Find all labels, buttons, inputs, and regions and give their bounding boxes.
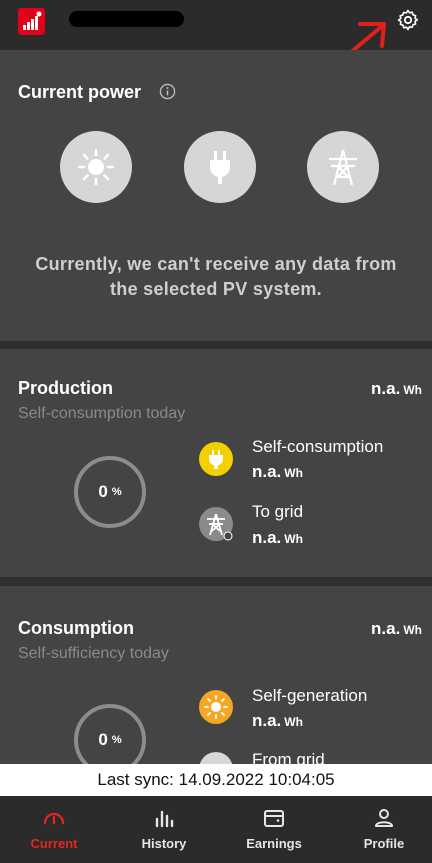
consumption-card: Consumption n.a. Wh Self-sufficiency toda… [0,586,432,786]
sun-icon [199,690,233,724]
to-grid-label: To grid [252,502,304,521]
self-generation-label: Self-generation [252,686,368,705]
last-sync-bar: Last sync: 14.09.2022 10:04:05 [0,764,432,796]
consumption-subtitle: Self-sufficiency today [18,645,169,662]
nav-label-history: History [141,836,187,851]
to-grid-amount: n.a. [252,528,282,547]
to-grid-unit: Wh [284,532,303,546]
self-generation-amount: n.a. [252,711,282,730]
ring-value: 0 [98,482,108,501]
to-grid-value: n.a. Wh [252,528,303,548]
self-consumption-unit: Wh [284,466,303,480]
nav-label-current: Current [30,836,78,851]
no-data-message: Currently, we can't receive any data fro… [35,254,397,299]
consumption-value: n.a. [371,619,401,638]
production-value: n.a. [371,379,401,398]
self-consumption-label: Self-consumption [252,437,384,456]
nav-tab-current[interactable]: Current [9,806,99,851]
gauge-icon [43,812,65,825]
current-power-title: Current power [18,82,142,102]
ring-unit: % [111,734,122,746]
plug-icon [184,131,256,203]
nav-label-earnings: Earnings [246,836,302,851]
redacted-system-name [69,11,184,27]
info-icon[interactable] [159,83,176,100]
production-total-value: n.a. Wh [371,379,422,399]
nav-tab-earnings[interactable]: Earnings [229,806,319,851]
power-tower-icon [307,131,379,203]
bottom-navigation: Current History Earnings Profile [0,796,432,863]
nav-tab-profile[interactable]: Profile [339,806,429,851]
current-power-card: Current power Currently, we can't receiv… [0,50,432,341]
sun-icon [60,131,132,203]
bar-chart-icon [155,810,174,828]
ring-unit: % [111,486,122,498]
self-consumption-ring: 0% [74,456,146,528]
production-unit: Wh [403,383,422,397]
self-consumption-value: n.a. Wh [252,462,303,482]
self-generation-value: n.a. Wh [252,711,303,731]
app-logo [18,8,45,35]
ring-value: 0 [98,730,108,749]
nav-tab-history[interactable]: History [119,806,209,851]
wallet-icon [264,810,284,827]
production-card: Production n.a. Wh Self-consumption today… [0,349,432,577]
person-icon [375,809,393,827]
self-generation-unit: Wh [284,715,303,729]
plug-icon [199,442,233,476]
consumption-unit: Wh [403,623,422,637]
consumption-title: Consumption [18,618,134,638]
self-consumption-amount: n.a. [252,462,282,481]
nav-label-profile: Profile [363,836,405,851]
consumption-total-value: n.a. Wh [371,619,422,639]
production-subtitle: Self-consumption today [18,405,186,422]
production-title: Production [18,378,113,398]
power-tower-icon [199,507,233,541]
